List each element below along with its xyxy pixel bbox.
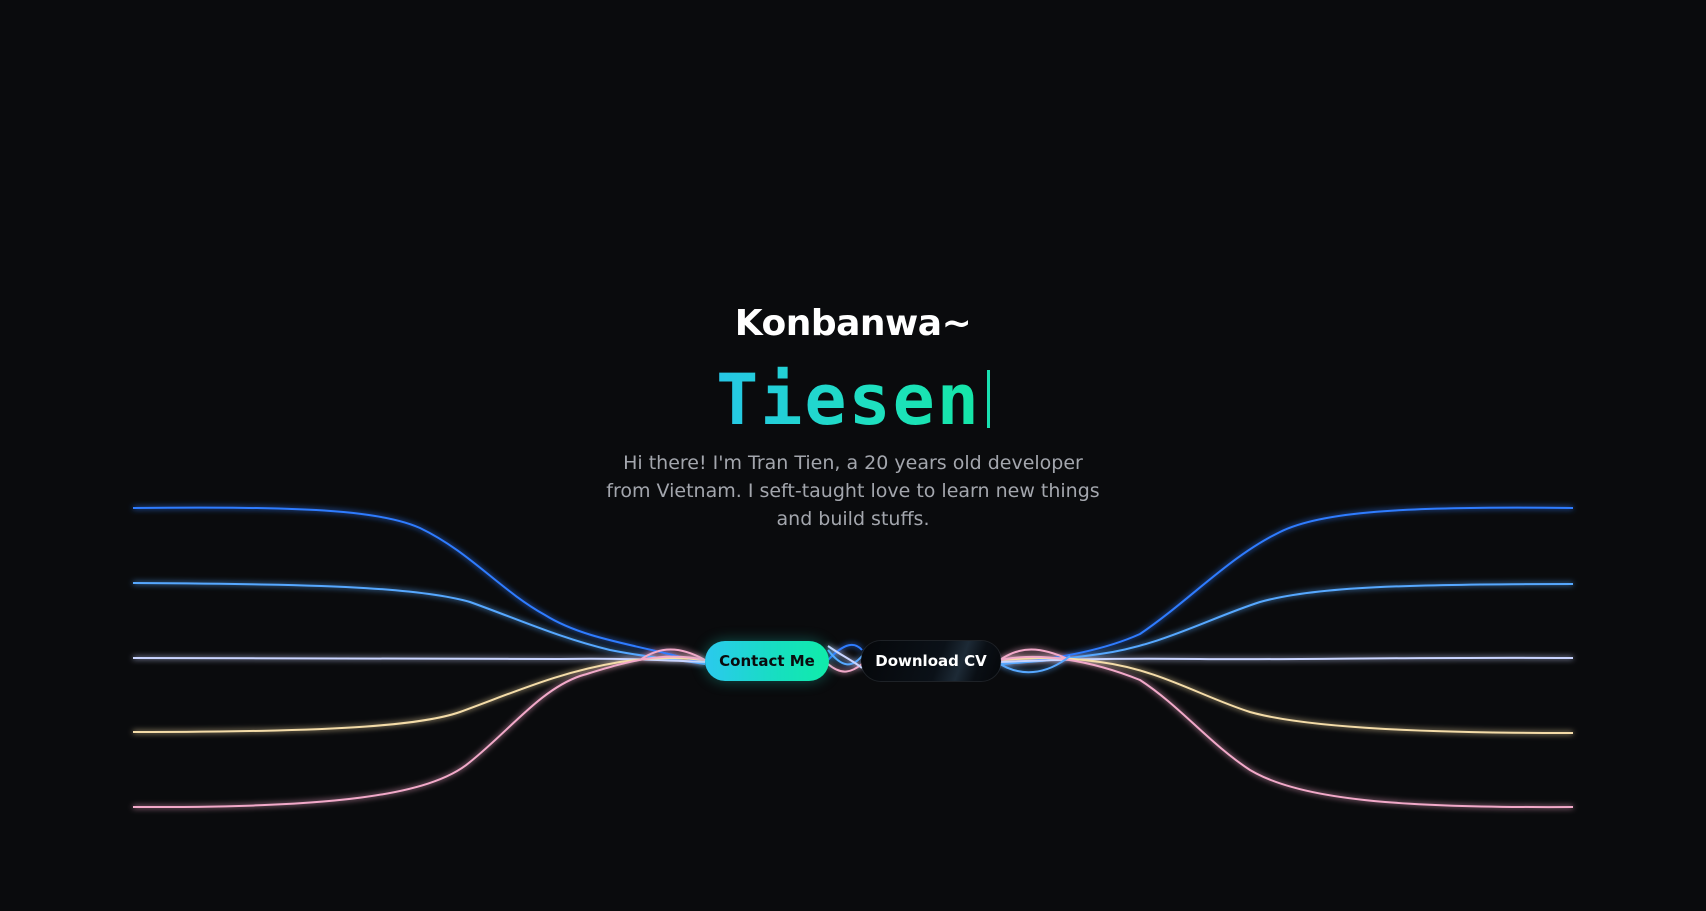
typing-caret	[986, 370, 990, 428]
wave-line-lightblue-left	[132, 582, 706, 665]
intro-paragraph: Hi there! I'm Tran Tien, a 20 years old …	[606, 452, 1100, 530]
contact-me-button[interactable]: Contact Me	[705, 641, 829, 681]
download-cv-button[interactable]: Download CV	[861, 641, 1001, 681]
name-title-row: Tiesen	[0, 360, 1706, 440]
wave-line-yellow-right	[999, 657, 1574, 734]
name-title: Tiesen	[716, 359, 981, 441]
hero-page: Konbanwa~ Tiesen Hi there! I'm Tran Tien…	[0, 0, 1706, 911]
wave-line-yellow-left	[132, 657, 706, 733]
greeting-heading: Konbanwa~	[734, 303, 972, 344]
